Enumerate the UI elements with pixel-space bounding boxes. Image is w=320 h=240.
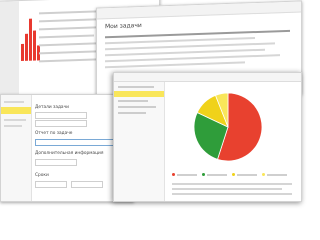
section-heading: Детали задачи — [35, 105, 69, 110]
nav-item[interactable] — [4, 119, 26, 121]
list-item[interactable] — [39, 34, 94, 39]
legend-swatch-3 — [262, 173, 265, 176]
legend-swatch-2 — [232, 173, 235, 176]
dashboard-bar-chart — [0, 0, 159, 62]
list-item[interactable] — [39, 50, 101, 55]
list-item[interactable] — [39, 18, 99, 23]
table-header — [105, 29, 290, 39]
bar-1 — [25, 33, 28, 61]
table-row[interactable] — [172, 193, 292, 195]
dashboard-nav — [0, 1, 19, 98]
sidebar-item[interactable] — [118, 106, 156, 108]
bar-3 — [33, 30, 36, 61]
table-row[interactable] — [172, 183, 292, 185]
section-heading: Дополнительная информация — [35, 151, 104, 156]
report-window — [113, 72, 302, 202]
legend-label-1 — [207, 173, 227, 176]
form-field[interactable] — [35, 181, 67, 188]
table-row[interactable] — [105, 54, 280, 63]
legend-label-2 — [237, 173, 257, 176]
table-row[interactable] — [105, 61, 245, 69]
task-form-nav — [1, 95, 32, 201]
bar-2 — [29, 18, 32, 61]
table-row[interactable] — [172, 188, 282, 190]
report-toolbar — [114, 73, 301, 82]
form-field[interactable] — [35, 112, 87, 119]
nav-selected-item[interactable] — [1, 107, 31, 114]
sidebar-selected-item[interactable] — [114, 91, 164, 97]
sidebar-item[interactable] — [118, 112, 146, 114]
nav-item[interactable] — [4, 125, 22, 127]
legend-swatch-0 — [172, 173, 175, 176]
bar-0 — [21, 43, 24, 62]
legend-swatch-1 — [202, 173, 205, 176]
page-title: Мои задачи — [105, 21, 142, 31]
sidebar-item[interactable] — [118, 100, 148, 102]
report-sidebar — [114, 82, 165, 201]
section-heading: Отчет по задаче — [35, 131, 73, 136]
pie-chart — [193, 92, 263, 162]
nav-item[interactable] — [4, 101, 24, 103]
form-field[interactable] — [35, 159, 77, 166]
section-heading: Сроки — [35, 173, 49, 178]
legend-label-0 — [177, 173, 197, 176]
form-field[interactable] — [35, 120, 87, 127]
form-field[interactable] — [71, 181, 103, 188]
sidebar-item[interactable] — [118, 86, 154, 88]
legend-label-3 — [267, 173, 287, 176]
